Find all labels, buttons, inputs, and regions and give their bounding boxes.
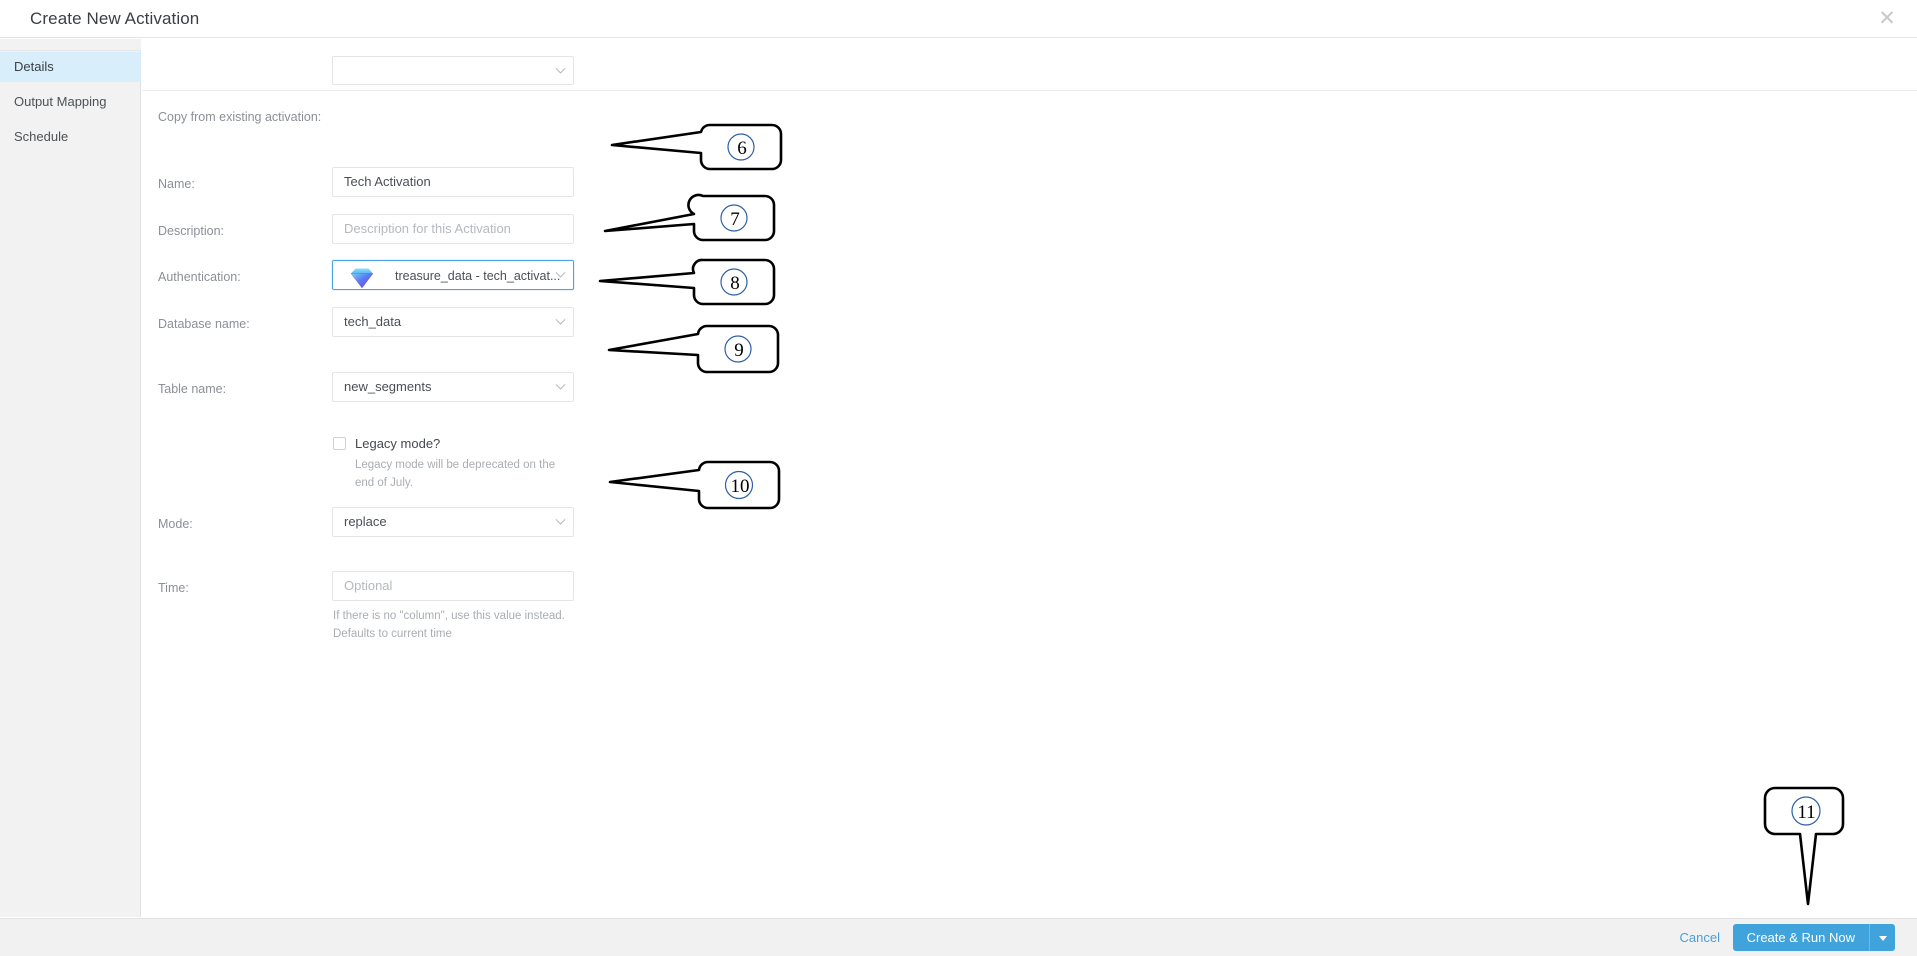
sidebar-item-label: Output Mapping [14, 94, 107, 109]
mode-field[interactable]: replace [332, 507, 574, 537]
database-name-field[interactable]: tech_data [332, 307, 574, 337]
sidebar-item-label: Schedule [14, 129, 69, 144]
modal-header: Create New Activation ✕ [0, 0, 1917, 38]
authentication-field[interactable]: treasure_data - tech_activat... [332, 260, 574, 290]
time-helper-line-1: If there is no "column", use this value … [333, 610, 565, 622]
description-field[interactable]: Description for this Activation [332, 214, 574, 244]
time-field[interactable]: Optional [332, 571, 574, 601]
chevron-down-icon [555, 63, 566, 74]
sidebar-item-details[interactable]: Details [0, 52, 141, 82]
mode-label: Mode: [158, 517, 193, 531]
name-field[interactable]: Tech Activation [332, 167, 574, 197]
copy-from-label: Copy from existing activation: [158, 110, 322, 124]
sidebar-top-divider [0, 39, 141, 51]
create-and-run-now-button[interactable]: Create & Run Now [1732, 924, 1869, 951]
database-name-value: tech_data [344, 314, 402, 329]
table-name-field[interactable]: new_segments [332, 372, 574, 402]
mode-value: replace [344, 514, 387, 529]
cancel-button[interactable]: Cancel [1680, 930, 1720, 945]
close-icon[interactable]: ✕ [1871, 4, 1903, 34]
legacy-mode-checkbox[interactable] [333, 437, 346, 450]
name-value: Tech Activation [344, 174, 431, 189]
page-title: Create New Activation [30, 9, 200, 28]
treasure-data-diamond-icon [349, 267, 374, 289]
copy-from-row: Copy from existing activation: [142, 39, 1917, 124]
table-name-value: new_segments [344, 379, 432, 394]
name-label: Name: [158, 177, 195, 191]
create-new-activation-modal: Create New Activation ✕ Details Output M… [0, 0, 1917, 956]
chevron-down-icon [555, 514, 566, 525]
sidebar-item-output-mapping[interactable]: Output Mapping [0, 87, 141, 117]
table-name-label: Table name: [158, 382, 227, 396]
authentication-label: Authentication: [158, 270, 241, 284]
legacy-mode-helper: Legacy mode will be deprecated on the en… [355, 459, 556, 489]
create-options-dropdown-button[interactable] [1869, 924, 1895, 951]
time-helper-line-2: Defaults to current time [333, 628, 452, 640]
copy-from-select[interactable] [332, 56, 574, 85]
time-label: Time: [158, 581, 189, 595]
authentication-value: treasure_data - tech_activat... [395, 269, 561, 283]
chevron-down-icon [555, 314, 566, 325]
sidebar: Details Output Mapping Schedule [0, 39, 141, 917]
description-label: Description: [158, 224, 224, 238]
sidebar-item-schedule[interactable]: Schedule [0, 122, 141, 152]
form-panel: Copy from existing activation: Name: Tec… [142, 39, 1917, 917]
modal-footer: Cancel Create & Run Now [0, 918, 1917, 956]
description-placeholder: Description for this Activation [344, 221, 511, 236]
sidebar-item-label: Details [14, 59, 54, 74]
database-name-label: Database name: [158, 317, 250, 331]
legacy-mode-label: Legacy mode? [355, 436, 441, 451]
time-placeholder: Optional [344, 578, 393, 593]
chevron-down-icon [555, 379, 566, 390]
